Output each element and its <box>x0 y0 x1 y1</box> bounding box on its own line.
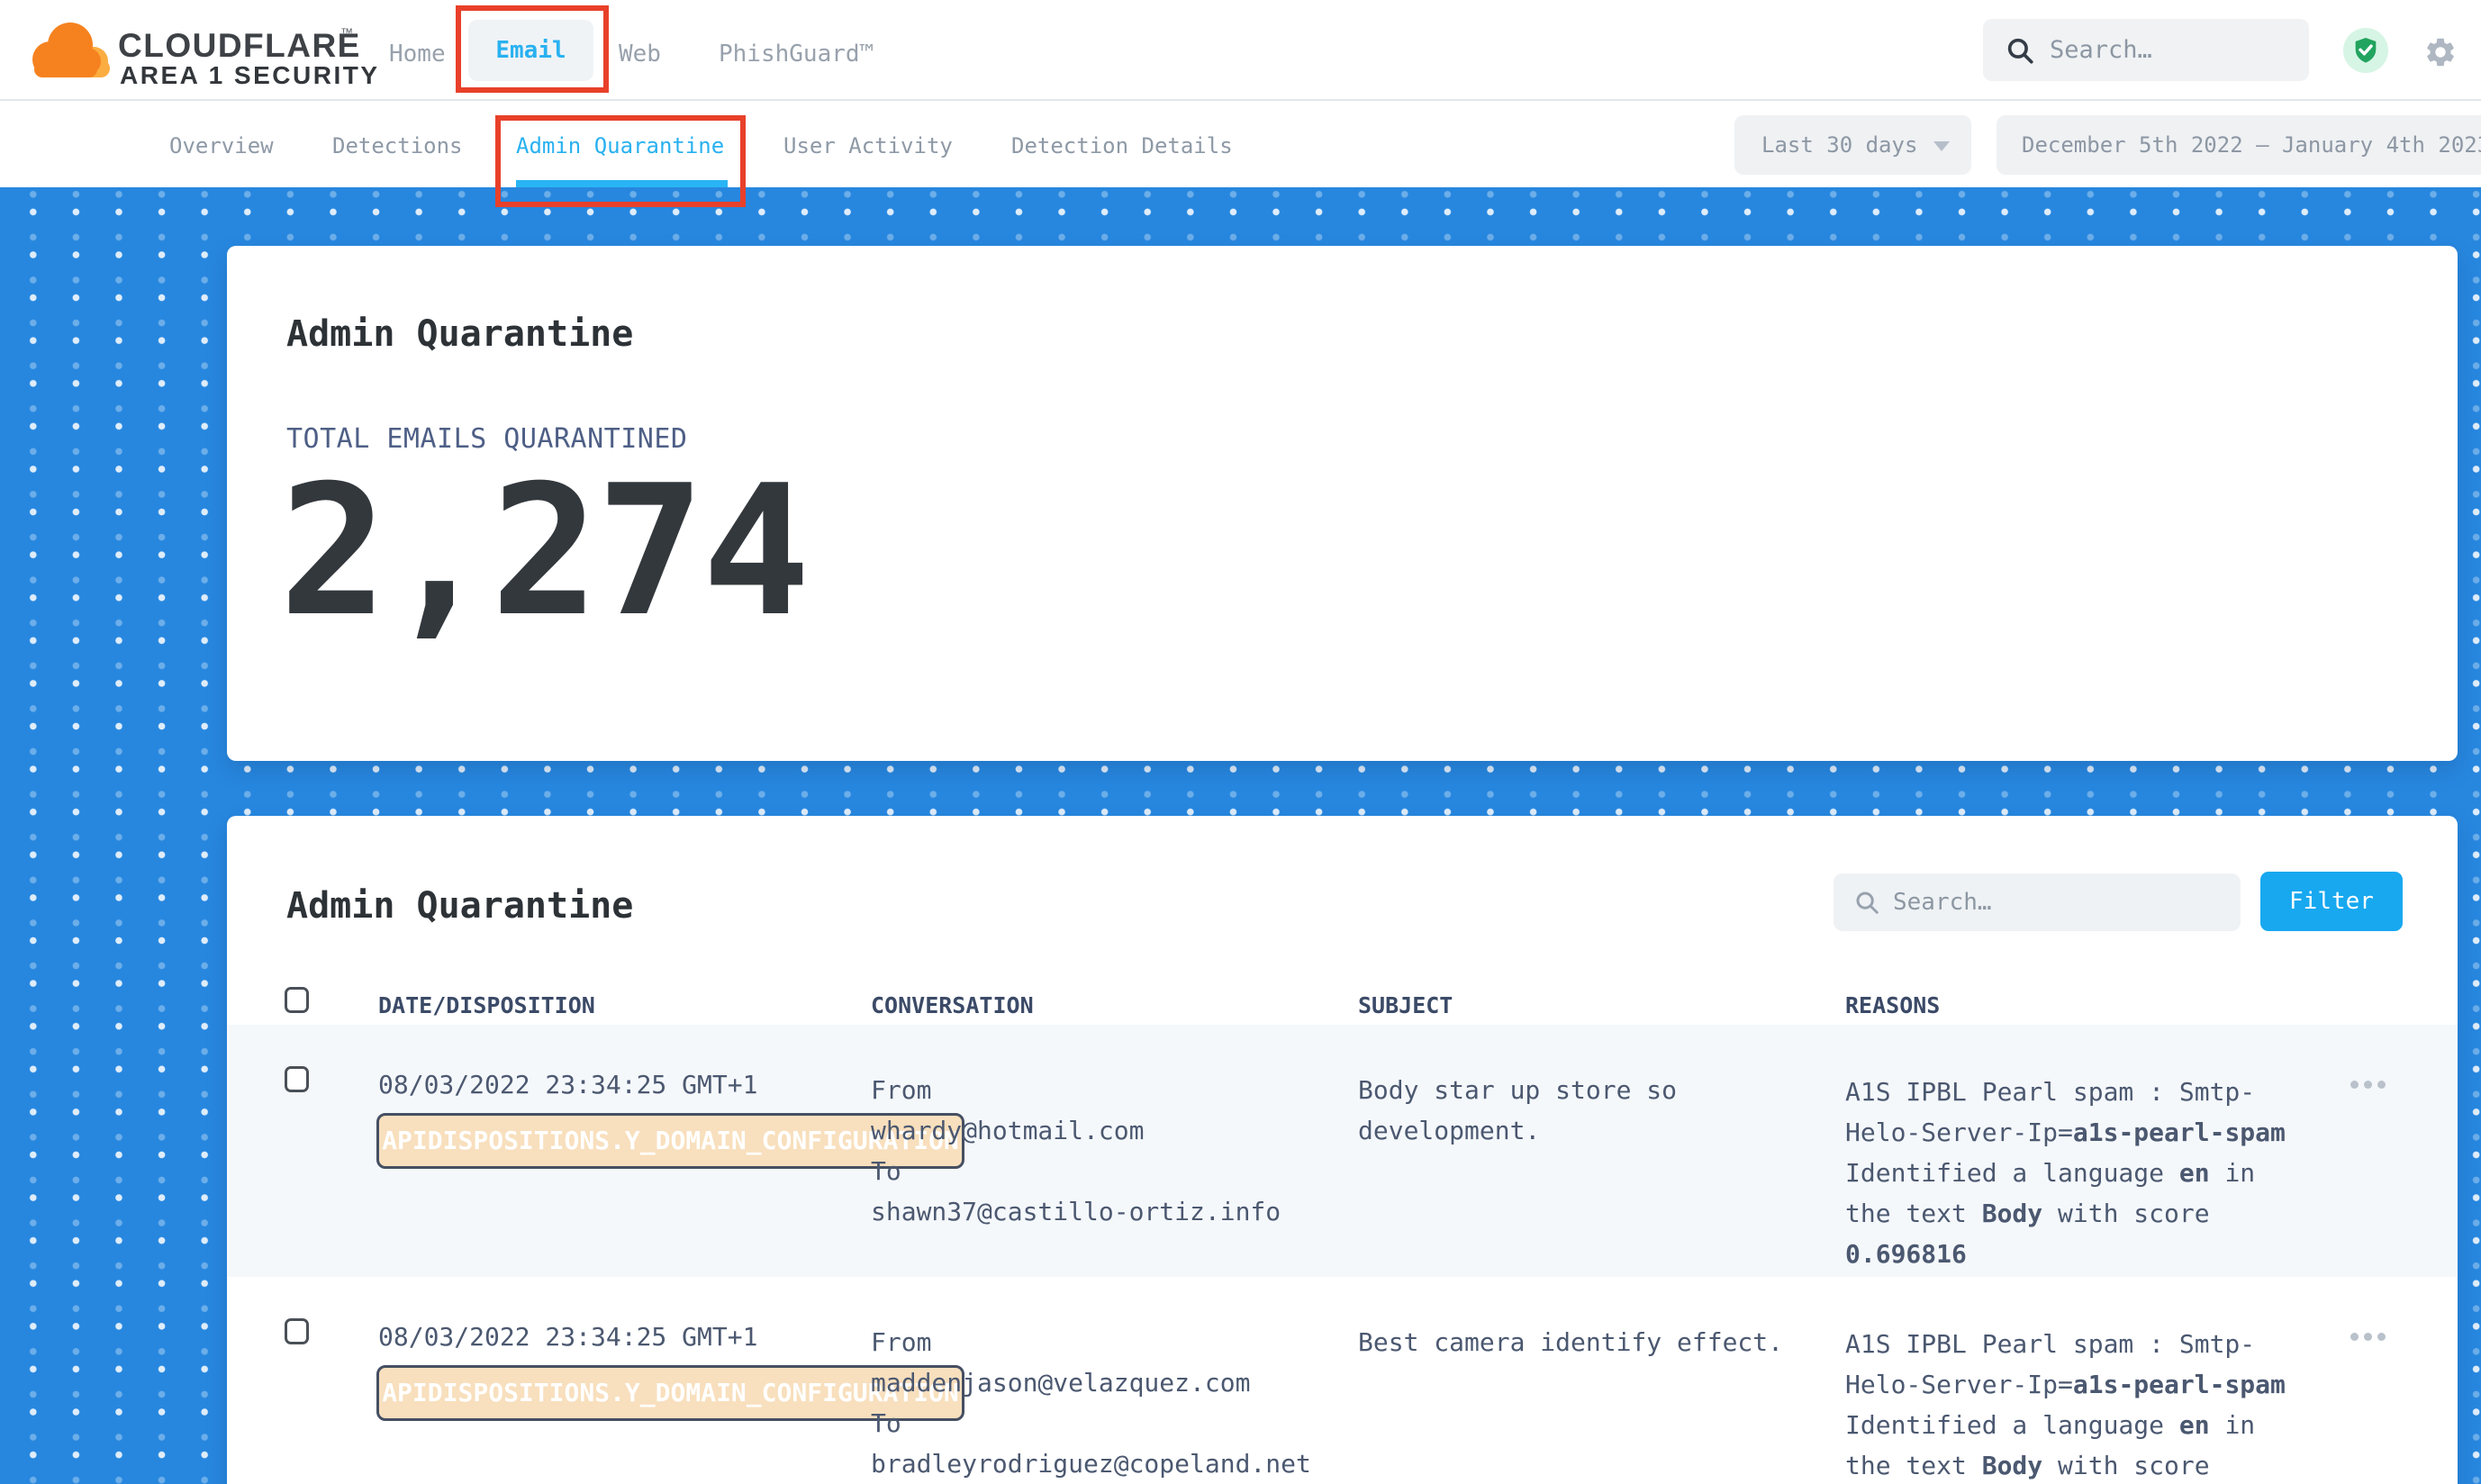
nav-item-home[interactable]: Home <box>389 41 446 68</box>
date-range-display[interactable]: December 5th 2022 — January 4th 2023 <box>1997 115 2481 175</box>
email-section-tabbar: Overview Detections Admin Quarantine Use… <box>0 103 2481 187</box>
column-header-subject: SUBJECT <box>1358 992 1453 1018</box>
table-search-input[interactable] <box>1893 873 2217 931</box>
search-icon <box>2005 35 2035 66</box>
protection-status-badge[interactable] <box>2343 28 2388 73</box>
global-search-input[interactable] <box>2050 19 2293 81</box>
date-range-text: December 5th 2022 — January 4th 2023 <box>2022 132 2481 158</box>
select-all-checkbox[interactable] <box>285 987 309 1013</box>
brand-subtitle: AREA 1 SECURITY <box>120 61 380 90</box>
brand-trademark: ™ <box>340 25 353 40</box>
row-actions-menu[interactable] <box>2350 1081 2386 1089</box>
page-background: Admin Quarantine TOTAL EMAILS QUARANTINE… <box>0 187 2481 1484</box>
row-conversation: From whardy@hotmail.com To shawn37@casti… <box>871 1070 1348 1232</box>
reason-segment: Body <box>1982 1451 2042 1480</box>
row-date: 08/03/2022 23:34:25 GMT+1 <box>378 1070 757 1099</box>
reason-segment: with score <box>2042 1451 2209 1480</box>
row-checkbox[interactable] <box>285 1318 309 1344</box>
table-search-box <box>1834 873 2241 931</box>
row-subject: Body star up store so development. <box>1358 1070 1826 1151</box>
quarantine-table-card: Admin Quarantine Filter DATE/DISPOSITION… <box>227 816 2458 1484</box>
table-row: 08/03/2022 23:34:25 GMT+1 APIDISPOSITION… <box>227 1277 2458 1484</box>
tab-overview[interactable]: Overview <box>169 133 274 158</box>
nav-item-phishguard[interactable]: PhishGuard™ <box>719 41 874 68</box>
reason-segment: 0.696816 <box>1845 1239 1967 1269</box>
column-header-reasons: REASONS <box>1845 992 1940 1018</box>
metric-value: 2,274 <box>279 462 808 642</box>
to-address: bradleyrodriguez@copeland.net <box>871 1443 1348 1484</box>
column-header-date-disposition: DATE/DISPOSITION <box>378 992 595 1018</box>
from-label: From <box>871 1070 1348 1110</box>
top-navbar: CLOUDFLARE ™ AREA 1 SECURITY Home Email … <box>0 0 2481 101</box>
brand-name: CLOUDFLARE <box>118 27 361 65</box>
summary-card-title: Admin Quarantine <box>286 313 633 355</box>
row-reasons: A1S IPBL Pearl spam : Smtp-Helo-Server-I… <box>1845 1072 2309 1274</box>
shield-check-icon <box>2351 35 2380 66</box>
reason-segment: Identified a language <box>1845 1158 2179 1188</box>
to-label: To <box>871 1403 1348 1443</box>
table-row: 08/03/2022 23:34:25 GMT+1 APIDISPOSITION… <box>227 1025 2458 1277</box>
reason-segment: en <box>2179 1410 2210 1440</box>
search-icon <box>1853 889 1880 916</box>
filter-button[interactable]: Filter <box>2260 872 2403 931</box>
nav-item-web[interactable]: Web <box>619 41 661 68</box>
global-search-box <box>1983 19 2309 81</box>
from-address: whardy@hotmail.com <box>871 1110 1348 1151</box>
from-label: From <box>871 1322 1348 1362</box>
reason-segment: a1s-pearl-spam <box>2073 1118 2286 1147</box>
to-address: shawn37@castillo-ortiz.info <box>871 1191 1348 1232</box>
row-subject: Best camera identify effect. <box>1358 1322 1826 1362</box>
summary-card: Admin Quarantine TOTAL EMAILS QUARANTINE… <box>227 246 2458 761</box>
row-actions-menu[interactable] <box>2350 1333 2386 1341</box>
cloudflare-cloud-icon <box>23 9 113 88</box>
settings-gear-icon[interactable] <box>2423 35 2458 69</box>
tab-user-activity[interactable]: User Activity <box>783 133 953 158</box>
tab-detection-details[interactable]: Detection Details <box>1011 133 1233 158</box>
chevron-down-icon <box>1933 141 1950 151</box>
row-conversation: From maddenjason@velazquez.com To bradle… <box>871 1322 1348 1484</box>
reason-segment: a1s-pearl-spam <box>2073 1370 2286 1399</box>
to-label: To <box>871 1151 1348 1191</box>
cloudflare-logo[interactable]: CLOUDFLARE ™ AREA 1 SECURITY <box>23 7 384 94</box>
reason-segment: en <box>2179 1158 2210 1188</box>
row-reasons: A1S IPBL Pearl spam : Smtp-Helo-Server-I… <box>1845 1324 2309 1484</box>
row-date: 08/03/2022 23:34:25 GMT+1 <box>378 1322 757 1352</box>
column-header-conversation: CONVERSATION <box>871 992 1034 1018</box>
date-range-selector[interactable]: Last 30 days <box>1734 115 1971 175</box>
date-range-selector-label: Last 30 days <box>1761 132 1917 158</box>
nav-item-email[interactable]: Email <box>468 20 593 81</box>
row-checkbox[interactable] <box>285 1066 309 1092</box>
tab-detections[interactable]: Detections <box>332 133 463 158</box>
reason-segment: Identified a language <box>1845 1410 2179 1440</box>
reason-segment: Body <box>1982 1199 2042 1228</box>
tab-admin-quarantine[interactable]: Admin Quarantine <box>516 133 724 158</box>
reason-segment: with score <box>2042 1199 2209 1228</box>
table-card-title: Admin Quarantine <box>286 885 633 927</box>
from-address: maddenjason@velazquez.com <box>871 1362 1348 1403</box>
